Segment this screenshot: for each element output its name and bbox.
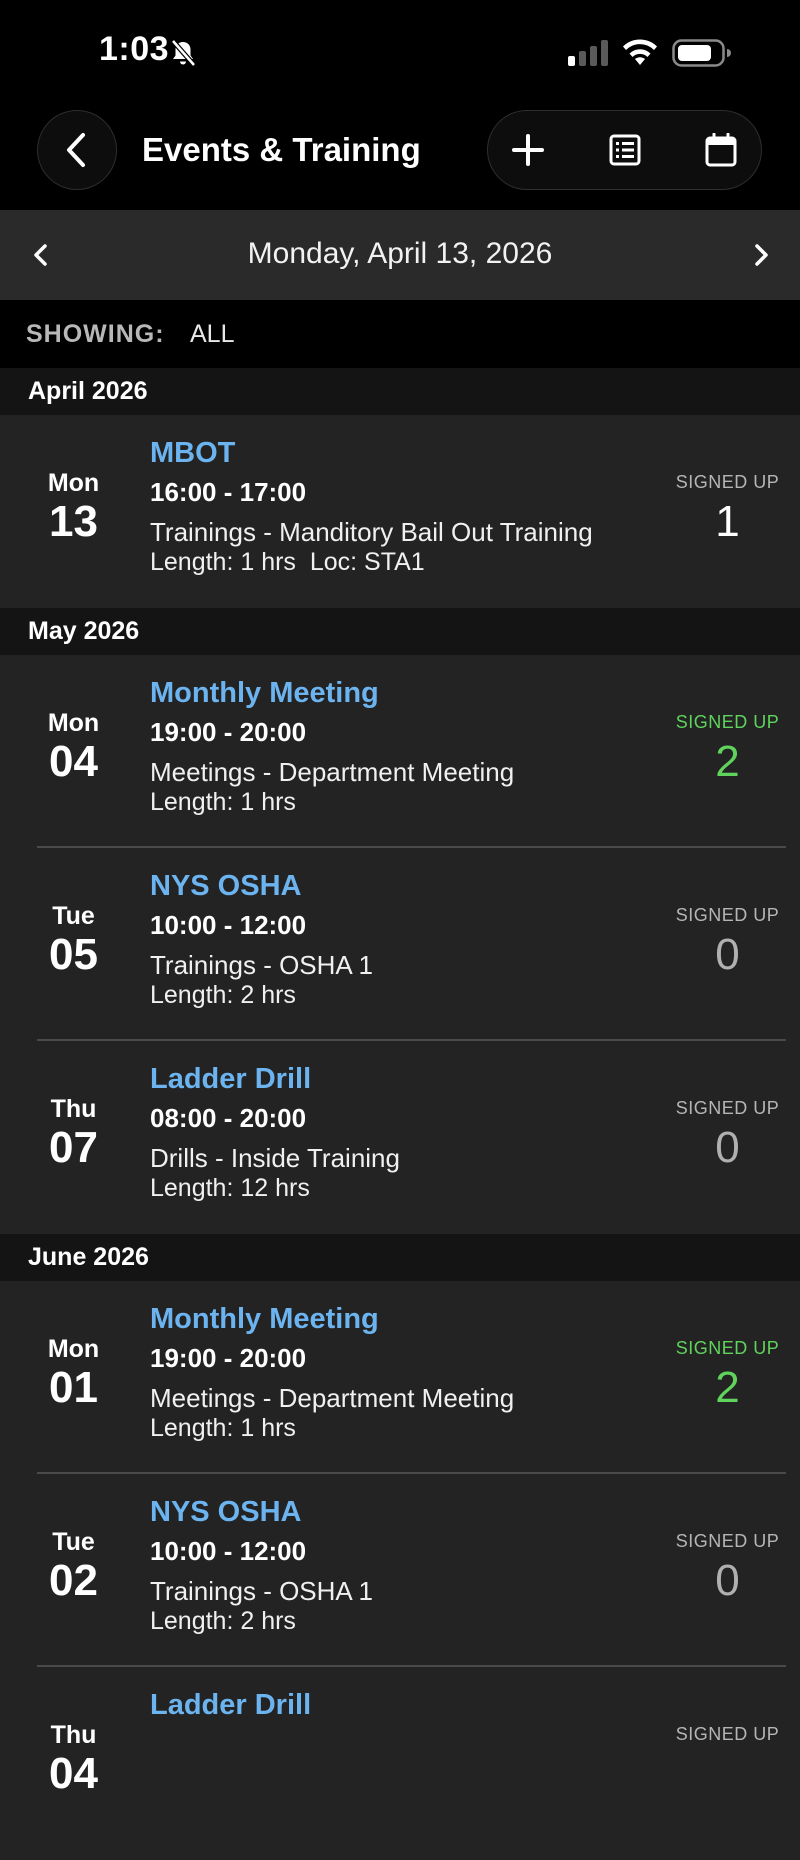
- event-time: 19:00 - 20:00: [150, 717, 307, 747]
- event-day-of-week: Mon: [47, 1335, 100, 1363]
- signed-up-label: SIGNED UP: [675, 1531, 780, 1551]
- month-header: June 2026: [0, 1234, 800, 1281]
- plus-icon: [512, 134, 544, 166]
- event-length: Length: 2 hrs: [150, 981, 296, 1009]
- event-time: 10:00 - 12:00: [150, 1536, 307, 1566]
- event-title: MBOT: [150, 437, 236, 469]
- status-time: 1:03: [99, 30, 170, 68]
- list-icon: [609, 134, 641, 166]
- event-time: 08:00 - 20:00: [150, 1103, 307, 1133]
- event-day-number: 04: [49, 1749, 98, 1798]
- event-length: Length: 12 hrs: [150, 1174, 310, 1202]
- event-row[interactable]: Tue 05 NYS OSHA 10:00 - 12:00 Trainings - OS…: [0, 848, 800, 1041]
- add-event-button[interactable]: [488, 111, 568, 189]
- status-bar: 1:03: [0, 0, 800, 100]
- event-title: NYS OSHA: [150, 1496, 302, 1528]
- event-category: Drills - Inside Training: [150, 1143, 400, 1173]
- event-time: 16:00 - 17:00: [150, 477, 307, 507]
- event-category: Trainings - OSHA 1: [150, 1576, 374, 1606]
- event-day-number: 04: [49, 737, 98, 786]
- signed-up-count: 0: [715, 930, 740, 979]
- signed-up-label: SIGNED UP: [675, 472, 780, 492]
- event-row[interactable]: Thu 07 Ladder Drill 08:00 - 20:00 Drills - I…: [0, 1041, 800, 1234]
- event-day-number: 07: [49, 1123, 98, 1172]
- signed-up-count: 0: [715, 1556, 740, 1605]
- event-day-number: 02: [49, 1556, 98, 1605]
- event-length: Length: 1 hrs: [150, 788, 296, 816]
- event-day-number: 05: [49, 930, 98, 979]
- cellular-signal-icon: [568, 40, 608, 66]
- current-date[interactable]: Monday, April 13, 2026: [0, 237, 800, 271]
- event-list: April 2026 Mon 13 MBOT 16:00 - 17:00 Training…: [0, 368, 800, 1860]
- event-title: Ladder Drill: [150, 1689, 312, 1721]
- signed-up-count: 0: [715, 1123, 740, 1172]
- calendar-view-button[interactable]: [681, 111, 761, 189]
- signed-up-count: 1: [715, 497, 740, 546]
- signed-up-count: 2: [715, 737, 740, 786]
- event-row[interactable]: Thu 04 Ladder Drill SIGNED UP: [0, 1667, 800, 1860]
- list-view-button[interactable]: [585, 111, 665, 189]
- wifi-icon: [623, 39, 657, 65]
- event-row[interactable]: Mon 01 Monthly Meeting 19:00 - 20:00 Meeting…: [0, 1281, 800, 1474]
- event-title: Ladder Drill: [150, 1063, 312, 1095]
- event-length: Length: 1 hrs Loc: STA1: [150, 548, 425, 576]
- filter-value[interactable]: ALL: [190, 320, 234, 349]
- event-title: Monthly Meeting: [150, 1303, 379, 1335]
- event-row[interactable]: Tue 02 NYS OSHA 10:00 - 12:00 Trainings - OS…: [0, 1474, 800, 1667]
- month-header: May 2026: [0, 608, 800, 655]
- signed-up-label: SIGNED UP: [675, 905, 780, 925]
- filter-bar[interactable]: SHOWING: ALL: [0, 300, 800, 366]
- event-category: Trainings - OSHA 1: [150, 950, 374, 980]
- date-navigator: Monday, April 13, 2026: [0, 210, 800, 300]
- signed-up-label: SIGNED UP: [675, 1338, 780, 1358]
- page-title: Events & Training: [142, 131, 421, 168]
- event-day-of-week: Thu: [50, 1721, 97, 1749]
- filter-label: SHOWING:: [26, 320, 165, 348]
- event-row[interactable]: Mon 13 MBOT 16:00 - 17:00 Trainings - Mandit…: [0, 415, 800, 608]
- event-category: Meetings - Department Meeting: [150, 1383, 515, 1413]
- event-title: NYS OSHA: [150, 870, 302, 902]
- event-time: 19:00 - 20:00: [150, 1343, 307, 1373]
- event-day-of-week: Mon: [47, 469, 100, 497]
- event-day-of-week: Mon: [47, 709, 100, 737]
- event-day-number: 13: [49, 497, 98, 546]
- event-category: Meetings - Department Meeting: [150, 757, 515, 787]
- signed-up-label: SIGNED UP: [675, 1724, 780, 1744]
- bell-muted-icon: [171, 39, 196, 67]
- event-title: Monthly Meeting: [150, 677, 379, 709]
- event-day-of-week: Tue: [52, 1528, 95, 1556]
- back-button[interactable]: [37, 110, 117, 190]
- event-length: Length: 1 hrs: [150, 1414, 296, 1442]
- signed-up-count: 2: [715, 1363, 740, 1412]
- next-day-button[interactable]: [748, 238, 774, 272]
- signed-up-label: SIGNED UP: [675, 1098, 780, 1118]
- battery-icon: [672, 39, 731, 67]
- event-day-of-week: Thu: [50, 1095, 97, 1123]
- event-day-number: 01: [49, 1363, 98, 1412]
- chevron-left-icon: [67, 133, 85, 167]
- calendar-icon: [705, 133, 737, 167]
- event-time: 10:00 - 12:00: [150, 910, 307, 940]
- toolbar-actions: [487, 110, 762, 190]
- event-row[interactable]: Mon 04 Monthly Meeting 19:00 - 20:00 Meeting…: [0, 655, 800, 848]
- month-header: April 2026: [0, 368, 800, 415]
- event-length: Length: 2 hrs: [150, 1607, 296, 1635]
- navigation-bar: Events & Training: [0, 100, 800, 210]
- event-category: Trainings - Manditory Bail Out Training: [150, 517, 593, 547]
- signed-up-label: SIGNED UP: [675, 712, 780, 732]
- event-day-of-week: Tue: [52, 902, 95, 930]
